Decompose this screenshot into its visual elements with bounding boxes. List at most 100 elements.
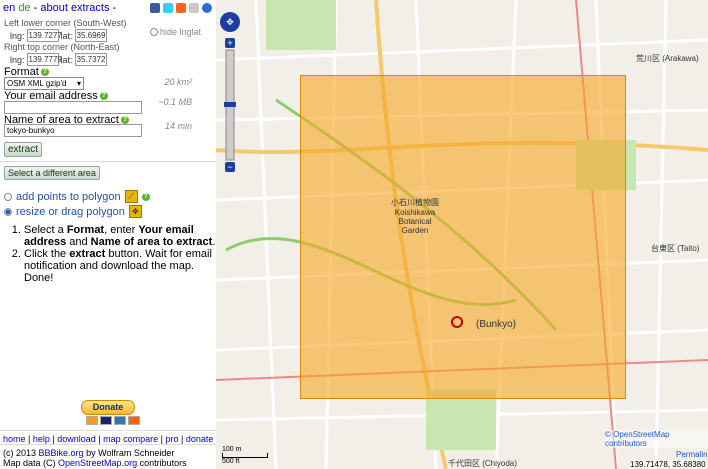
step-text: , enter (104, 224, 139, 236)
ne-coords-row: lng: 139.7779 lat: 35.7372 (10, 53, 107, 66)
step-bold: Format (66, 224, 105, 236)
sw-lng-input[interactable]: 139.7277 (26, 29, 62, 42)
lang-en-link[interactable]: en (3, 2, 15, 14)
rss-icon[interactable] (176, 3, 186, 13)
mastercard-icon (86, 416, 98, 425)
mail-icon[interactable] (189, 3, 199, 13)
scale-top-label: 100 m (222, 446, 242, 453)
format-select[interactable]: OSM XML gzip'd (4, 77, 84, 90)
lat-label: lat: (60, 30, 73, 41)
lat-label: lat: (60, 54, 73, 65)
step-text: Click the (24, 248, 70, 260)
mouse-position: 139.71478, 35.68380 (630, 460, 706, 469)
copyright-line: (c) 2013 BBBike.org by Wolfram Schneider (3, 448, 174, 458)
facebook-icon[interactable] (150, 3, 160, 13)
map-pan-zoom: ✥ + − (220, 12, 240, 172)
instructions-list: Select a Format, enter Your email addres… (12, 224, 224, 284)
add-points-option[interactable]: add points to polygon ⟋ ? (4, 190, 150, 203)
lang-de-link[interactable]: de (18, 2, 30, 14)
footer-links: home | help | download | map compare | p… (3, 434, 214, 444)
about-extracts-link[interactable]: about extracts (40, 2, 109, 14)
size-estimate: ~0.1 MB (158, 97, 192, 107)
permalink[interactable]: Permalink (676, 450, 708, 459)
divider (0, 444, 216, 445)
copyright-text: Map data (C) (3, 458, 59, 468)
payment-cards (86, 416, 140, 425)
zoom-control: ✥ + − (218, 10, 242, 178)
step-text: . (212, 236, 216, 248)
sw-lat-input[interactable]: 35.6969 (74, 29, 107, 42)
footer-link-map-compare[interactable]: map compare (103, 434, 158, 444)
header-separator-end: - (112, 2, 117, 14)
minus-icon: − (227, 162, 232, 172)
map-label-bunkyo: (Bunkyo) (476, 319, 517, 330)
resize-option[interactable]: resize or drag polygon ✥ (4, 205, 142, 218)
ne-lng-input[interactable]: 139.7779 (26, 53, 62, 66)
header-links: en de - about extracts - (3, 2, 116, 14)
copyright-text: (c) 2013 (3, 448, 39, 458)
help-icon[interactable]: ? (40, 68, 49, 76)
resize-label: resize or drag polygon (16, 205, 125, 218)
map-attribution[interactable]: © OpenStreetMap contributors (605, 430, 708, 448)
footer-link-download[interactable]: download (57, 434, 96, 444)
left-panel: en de - about extracts - Left lower corn… (0, 0, 216, 469)
pan-arrows-icon: ✥ (226, 17, 234, 27)
step-bold: Name of area to extract (90, 236, 213, 248)
footer-link-donate[interactable]: donate (186, 434, 214, 444)
bbbike-link[interactable]: BBBike.org (39, 448, 84, 458)
copyright-text: by Wolfram Schneider (83, 448, 175, 458)
select-area-button[interactable]: Select a different area (4, 166, 100, 180)
amex-icon (114, 416, 126, 425)
help-icon[interactable]: ? (141, 192, 150, 201)
lng-label: lng: (10, 30, 25, 41)
discover-icon (128, 416, 140, 425)
copyright-text: contributors (137, 458, 187, 468)
instruction-step: Click the extract button. Wait for email… (24, 248, 224, 284)
map-marker (451, 316, 463, 328)
osm-link[interactable]: OpenStreetMap.org (58, 458, 137, 468)
step-text: Select a (24, 224, 67, 236)
area-estimate: 20 km² (164, 77, 192, 87)
map-label-taito: 台東区 (Taito) (651, 244, 700, 253)
map-label-arakawa: 荒川区 (Arakawa) (636, 54, 699, 63)
map-label-botanical-garden: 小石川植物園 Koishikawa Botanical Garden (391, 198, 439, 235)
time-estimate: 14 min (164, 121, 192, 131)
plus-icon: + (227, 38, 232, 48)
twitter-icon[interactable] (163, 3, 173, 13)
divider (0, 430, 216, 431)
add-points-radio[interactable] (4, 192, 12, 201)
help-icon[interactable]: ? (120, 116, 129, 124)
ne-lat-input[interactable]: 35.7372 (74, 53, 107, 66)
help-icon[interactable]: ? (99, 92, 108, 100)
footer-link-pro[interactable]: pro (165, 434, 178, 444)
email-field[interactable] (4, 101, 142, 114)
help-icon[interactable] (202, 3, 212, 13)
resize-radio[interactable] (4, 207, 12, 216)
footer-link-help[interactable]: help (33, 434, 50, 444)
extract-area-polygon[interactable] (300, 75, 626, 399)
step-text: and (66, 236, 91, 248)
move-tool-icon: ✥ (128, 205, 142, 218)
divider (0, 161, 216, 162)
map-data-line: Map data (C) OpenStreetMap.org contribut… (3, 458, 187, 468)
social-icons (150, 3, 212, 13)
ne-corner-label: Right top corner (North-East) (4, 42, 120, 52)
area-name-field[interactable]: tokyo-bunkyo (4, 124, 142, 137)
polygon-tool-icon: ⟋ (124, 190, 138, 203)
step-bold: extract (69, 248, 106, 260)
donate-button[interactable]: Donate (81, 400, 135, 415)
lng-label: lng: (10, 54, 25, 65)
scale-bottom-label: 500 ft (222, 458, 240, 465)
hide-lnglat-radio[interactable] (150, 28, 158, 36)
hide-lnglat-label: hide lnglat (160, 27, 202, 37)
hide-lnglat-toggle[interactable]: hide lnglat (150, 27, 201, 37)
scale-line: 100 m 500 ft (222, 446, 268, 465)
visa-icon (100, 416, 112, 425)
footer-link-home[interactable]: home (3, 434, 26, 444)
map-label-chiyoda: 千代田区 (Chiyoda) (448, 459, 517, 468)
header-separator: - (33, 2, 38, 14)
zoom-handle[interactable] (224, 102, 236, 107)
instruction-step: Select a Format, enter Your email addres… (24, 224, 224, 248)
extract-button[interactable]: extract (4, 142, 43, 157)
add-points-label: add points to polygon (16, 190, 121, 203)
